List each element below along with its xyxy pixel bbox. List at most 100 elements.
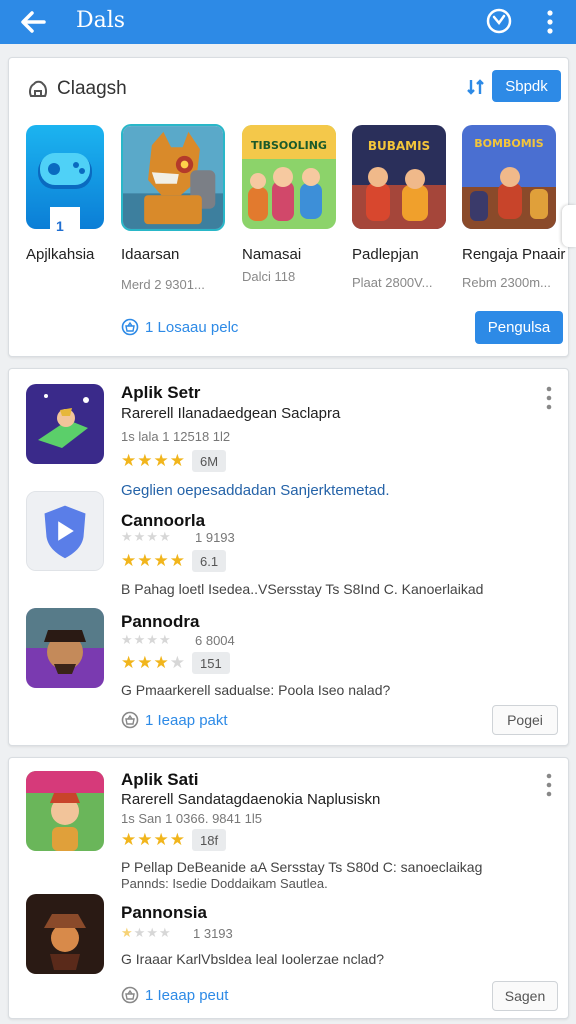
more-vert-icon[interactable] xyxy=(540,8,560,36)
back-arrow-icon[interactable] xyxy=(18,8,48,36)
tile-subtitle: Plaat 2800V... xyxy=(352,275,433,290)
section-description: P Pellap DeBeanide aA Sersstay Ts S80d C… xyxy=(121,859,483,875)
featured-bottom-button[interactable]: Pengulsa xyxy=(475,311,563,344)
app-tile-5[interactable]: BOMBOMIS xyxy=(462,125,556,229)
star-icon: ★ xyxy=(158,632,171,647)
app-meta: 6 8004 xyxy=(195,633,235,648)
rating-badge: 151 xyxy=(192,652,230,674)
app-icon[interactable] xyxy=(26,894,104,974)
app-tile-3[interactable]: TIBSOOLING xyxy=(242,125,336,229)
rating-badge: 6.1 xyxy=(192,550,227,572)
star-icon: ★ xyxy=(121,529,133,544)
section-button[interactable]: Pogei xyxy=(492,705,558,735)
star-icon: ★ xyxy=(121,925,133,940)
star-icon: ★ xyxy=(158,529,171,544)
top-app-bar: Dals xyxy=(0,0,576,44)
star-icon: ★ xyxy=(169,830,185,849)
section-subtitle: Rarerell Sandatagdaenokia Naplusiskn xyxy=(121,791,381,808)
star-icon: ★ xyxy=(153,451,169,470)
featured-link[interactable]: 1 Losaau pelc xyxy=(121,318,238,336)
rating-stars-small: ★ ★ ★ ★ xyxy=(121,926,171,940)
rating-stars: ★ ★ ★ ★ xyxy=(121,831,185,849)
carousel-edge[interactable] xyxy=(562,205,576,247)
section-meta: 1s San 1 0366. 9841 1l5 xyxy=(121,811,262,826)
star-icon: ★ xyxy=(121,451,137,470)
page-title: Dals xyxy=(76,8,126,33)
section-button[interactable]: Sagen xyxy=(492,981,558,1011)
rating-stars: ★ ★ ★ ★ xyxy=(121,552,185,570)
app-title: Cannoorla xyxy=(121,511,206,530)
star-icon: ★ xyxy=(133,632,146,647)
app-description: B Pahag loetl Isedea..VSersstay Ts S8Ind… xyxy=(121,581,484,597)
star-icon: ★ xyxy=(133,925,146,940)
tile-name: Rengaja Pnaair xyxy=(462,246,566,263)
robot-warrior-tile-image xyxy=(123,126,223,229)
app-icon[interactable] xyxy=(26,608,104,688)
app-icon[interactable] xyxy=(26,771,104,851)
tile-name: Apjlkahsia xyxy=(26,246,95,263)
app-tile-1[interactable] xyxy=(26,125,104,229)
section-description-2: Pannds: Isedie Doddaikam Sautlea. xyxy=(121,876,328,891)
star-icon: ★ xyxy=(137,551,153,570)
rating-stars-small: ★ ★ ★ ★ xyxy=(121,633,171,647)
more-vert-icon[interactable] xyxy=(545,385,553,411)
tile-banner: BOMBOMIS xyxy=(474,137,544,150)
section-link[interactable]: 1 Ieaap peut xyxy=(121,986,228,1004)
star-icon: ★ xyxy=(121,551,137,570)
more-vert-icon[interactable] xyxy=(545,772,553,798)
app-meta: 1 9193 xyxy=(195,530,235,545)
space-hero-image xyxy=(26,384,104,464)
tile-banner: BUBAMIS xyxy=(367,139,431,153)
star-icon: ★ xyxy=(146,925,158,940)
featured-top-button[interactable]: Sbpdk xyxy=(492,70,561,102)
basket-icon xyxy=(121,986,139,1004)
shield-play-icon xyxy=(27,492,103,570)
section-description[interactable]: Geglien oepesaddadan Sanjerktemetad. xyxy=(121,482,390,499)
section-card-1: Aplik Setr Rarerell Ilanadaedgean Saclap… xyxy=(8,368,569,746)
rating-stars: ★ ★ ★ ★ xyxy=(121,654,185,672)
app-icon[interactable] xyxy=(26,384,104,464)
rating-stars-small: ★ ★ ★ ★ xyxy=(121,530,171,544)
gamepad-tile-image xyxy=(26,125,104,229)
star-icon: ★ xyxy=(158,925,171,940)
section-card-2: Aplik Sati Rarerell Sandatagdaenokia Nap… xyxy=(8,757,569,1019)
star-icon: ★ xyxy=(137,451,153,470)
featured-card: Claagsh Sbpdk 1 Apjlkahsia Idaarsan Merd xyxy=(8,57,569,357)
app-title: Pannonsia xyxy=(121,903,207,922)
star-icon: ★ xyxy=(169,653,185,672)
cowboy-character-image xyxy=(26,894,104,974)
tile-subtitle: Dalci 118 xyxy=(242,269,296,284)
category-icon xyxy=(29,80,48,97)
tile-banner: TIBSOOLING xyxy=(251,139,327,152)
app-title: Pannodra xyxy=(121,612,200,631)
rating-stars: ★ ★ ★ ★ xyxy=(121,452,185,470)
rating-badge: 18f xyxy=(192,829,227,851)
star-icon: ★ xyxy=(169,551,185,570)
section-link-label: 1 Ieaap pakt xyxy=(145,711,228,729)
clock-search-icon[interactable] xyxy=(484,6,514,36)
section-title: Aplik Sati xyxy=(121,770,199,789)
section-link-label: 1 Ieaap peut xyxy=(145,986,229,1004)
star-icon: ★ xyxy=(121,632,133,647)
section-title: Aplik Setr xyxy=(121,383,201,402)
tile-name: Idaarsan xyxy=(121,246,180,263)
app-tile-2[interactable] xyxy=(121,124,225,231)
section-meta: 1s lala 1 12518 1l2 xyxy=(121,429,231,444)
app-description: G Pmaarkerell sadualse: Poola Iseo nalad… xyxy=(121,682,391,698)
app-tile-4[interactable]: BUBAMIS xyxy=(352,125,446,229)
star-icon: ★ xyxy=(146,632,158,647)
section-link[interactable]: 1 Ieaap pakt xyxy=(121,711,228,729)
sort-icon[interactable] xyxy=(467,78,485,96)
basket-icon xyxy=(121,711,139,729)
app-icon[interactable] xyxy=(26,491,104,571)
rating-badge: 6M xyxy=(192,450,227,472)
star-icon: ★ xyxy=(153,551,169,570)
tile-name: Namasai xyxy=(242,246,302,263)
app-meta: 1 3193 xyxy=(193,926,233,941)
tile-subtitle: Rebm 2300m... xyxy=(462,275,551,290)
pirate-character-image xyxy=(26,608,104,688)
star-icon: ★ xyxy=(169,451,185,470)
star-icon: ★ xyxy=(133,529,146,544)
star-icon: ★ xyxy=(137,653,153,672)
section-subtitle: Rarerell Ilanadaedgean Saclapra xyxy=(121,405,341,422)
